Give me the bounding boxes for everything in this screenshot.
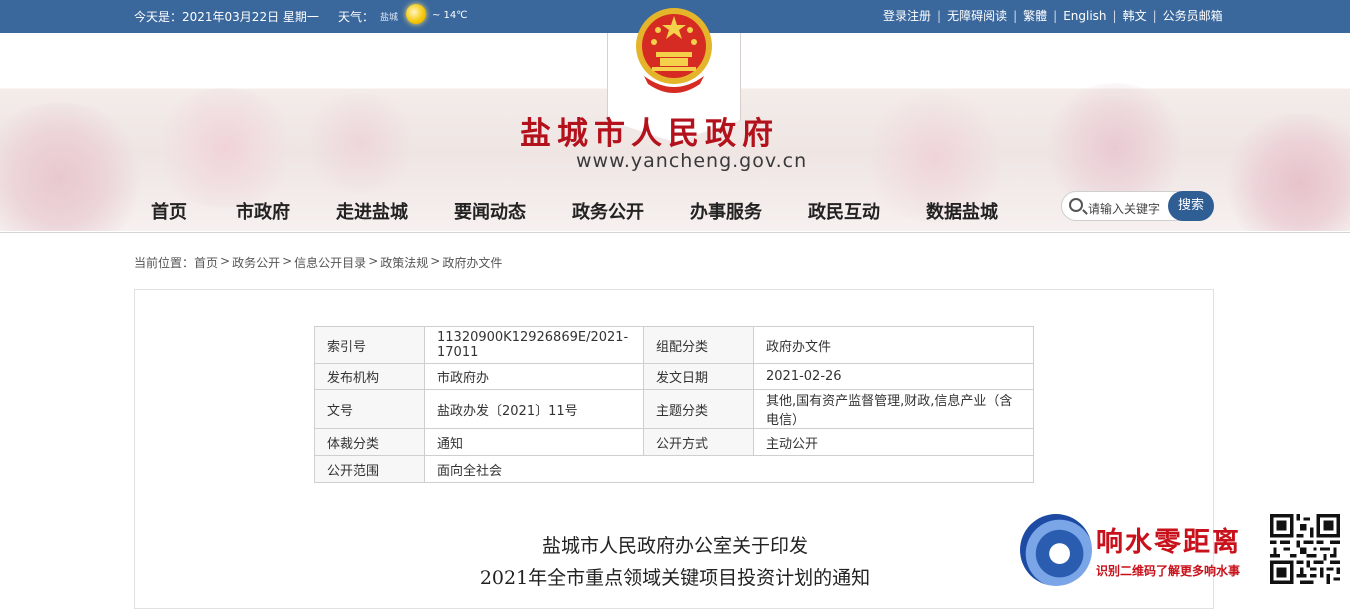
meta-value-date: 2021-02-26 (753, 363, 1034, 390)
nav-services[interactable]: 办事服务 (690, 198, 762, 224)
separator: | (1053, 8, 1058, 23)
breadcrumb-government-office-docs[interactable]: 政府办文件 (442, 254, 502, 271)
meta-value-category: 政府办文件 (753, 326, 1034, 364)
watermark-name: 响水零距离 (1096, 527, 1241, 558)
breadcrumb-separator: > (282, 254, 293, 268)
breadcrumb-separator: > (220, 254, 231, 268)
breadcrumb-home[interactable]: 首页 (194, 254, 218, 271)
nav-city-government[interactable]: 市政府 (236, 198, 290, 224)
nav-about-yancheng[interactable]: 走进盐城 (336, 198, 408, 224)
breadcrumb-government-affairs[interactable]: 政务公开 (232, 254, 280, 271)
separator: | (1013, 8, 1018, 23)
search-box: 请输入关键字 搜索 (1061, 191, 1214, 221)
nav-interaction[interactable]: 政民互动 (808, 198, 880, 224)
english-link[interactable]: English (1063, 9, 1106, 23)
qr-code-icon (1270, 514, 1340, 584)
document-metadata-table: 索引号 11320900K12926869E/2021-17011 组配分类 政… (314, 326, 1034, 483)
meta-key-disclosure-mode: 公开方式 (643, 428, 754, 456)
nav-home[interactable]: 首页 (151, 198, 187, 224)
separator: | (1112, 8, 1117, 23)
watermark-subtitle: 识别二维码了解更多响水事 (1096, 564, 1241, 578)
breadcrumb-policies[interactable]: 政策法规 (380, 254, 428, 271)
meta-value-scope: 面向全社会 (424, 455, 1034, 483)
weather-city: 盐城 (380, 13, 399, 23)
meta-key-index: 索引号 (314, 326, 425, 364)
blossom-decoration (300, 93, 420, 193)
table-row: 公开范围 面向全社会 (314, 455, 1034, 483)
weather-label: 天气： (338, 10, 375, 24)
meta-key-publisher: 发布机构 (314, 363, 425, 390)
meta-value-genre: 通知 (424, 428, 644, 456)
meta-key-date: 发文日期 (643, 363, 754, 390)
separator: | (1152, 8, 1157, 23)
traditional-chinese-link[interactable]: 繁體 (1023, 7, 1047, 24)
weather-temperature: ~ 14℃ (432, 10, 468, 21)
meta-value-topic: 其他,国有资产监督管理,财政,信息产业（含电信） (753, 389, 1034, 429)
national-emblem-icon[interactable] (634, 6, 714, 94)
korean-link[interactable]: 韩文 (1123, 7, 1147, 24)
table-row: 文号 盐政办发〔2021〕11号 主题分类 其他,国有资产监督管理,财政,信息产… (314, 389, 1034, 429)
top-links: 登录注册 | 无障碍阅读 | 繁體 | English | 韩文 | 公务员邮箱 (883, 7, 1223, 24)
table-row: 体裁分类 通知 公开方式 主动公开 (314, 428, 1034, 456)
meta-key-topic: 主题分类 (643, 389, 754, 429)
meta-key-doc-number: 文号 (314, 389, 425, 429)
search-icon (1069, 198, 1083, 212)
meta-value-publisher: 市政府办 (424, 363, 644, 390)
login-register-link[interactable]: 登录注册 (883, 7, 931, 24)
meta-key-category: 组配分类 (643, 326, 754, 364)
civil-servant-mail-link[interactable]: 公务员邮箱 (1163, 7, 1223, 24)
table-row: 索引号 11320900K12926869E/2021-17011 组配分类 政… (314, 326, 1034, 364)
meta-value-disclosure-mode: 主动公开 (753, 428, 1034, 456)
meta-value-index: 11320900K12926869E/2021-17011 (424, 326, 644, 364)
breadcrumb-separator: > (368, 254, 379, 268)
header-divider (0, 232, 1350, 233)
breadcrumb-info-catalog[interactable]: 信息公开目录 (294, 254, 366, 271)
watermark-logo-icon (1020, 514, 1092, 586)
sun-icon (406, 4, 426, 24)
nav-government-affairs[interactable]: 政务公开 (572, 198, 644, 224)
meta-key-genre: 体裁分类 (314, 428, 425, 456)
meta-value-doc-number: 盐政办发〔2021〕11号 (424, 389, 644, 429)
meta-key-scope: 公开范围 (314, 455, 425, 483)
site-url: www.yancheng.gov.cn (576, 150, 808, 172)
separator: | (937, 8, 942, 23)
government-title: 盐城市人民政府 (520, 116, 779, 152)
search-button[interactable]: 搜索 (1168, 191, 1214, 221)
nav-data-yancheng[interactable]: 数据盐城 (926, 198, 998, 224)
nav-news[interactable]: 要闻动态 (454, 198, 526, 224)
breadcrumb: 当前位置： 首页 > 政务公开 > 信息公开目录 > 政策法规 > 政府办文件 (134, 254, 502, 271)
breadcrumb-separator: > (430, 254, 441, 268)
accessibility-link[interactable]: 无障碍阅读 (947, 7, 1007, 24)
breadcrumb-prefix: 当前位置： (134, 256, 195, 270)
current-date: 今天是：2021年03月22日 星期一 (134, 10, 319, 24)
table-row: 发布机构 市政府办 发文日期 2021-02-26 (314, 363, 1034, 390)
search-input[interactable]: 请输入关键字 (1088, 200, 1160, 217)
